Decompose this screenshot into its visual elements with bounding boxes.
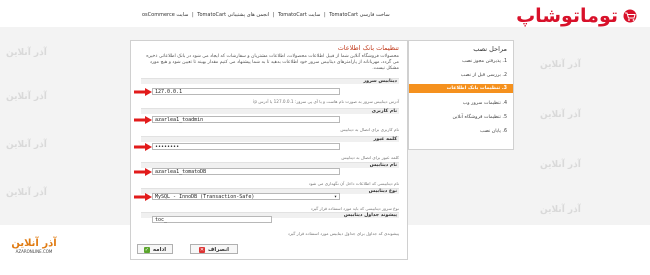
username-input[interactable]: azarlea1_toadmin bbox=[152, 116, 340, 123]
field-hint-dbname: نام دیتابیسی که اطلاعات داخل آن نگهداری … bbox=[308, 181, 399, 186]
field-hint-password: کلمه عبور برای اتصال به دیتابیس bbox=[341, 155, 399, 160]
database-type-select[interactable]: MySQL - InnoDB (Transaction-Safe) ▾ bbox=[152, 193, 340, 200]
watermark-text: آذر آنلاین bbox=[6, 140, 47, 150]
site-logo: توماتوشاپ bbox=[462, 5, 640, 27]
top-link-persian-tomatocart[interactable]: ساخت فارسی TomatoCart bbox=[329, 12, 389, 18]
field-hint-server: آدرس دیتابیس سرور به صورت نام هاست و یا … bbox=[253, 99, 399, 104]
check-icon: ✓ bbox=[143, 246, 150, 253]
sidebar-item-precheck[interactable]: 2. بررسی قبل از نصب bbox=[409, 71, 513, 80]
watermark-text: آذر آنلاین bbox=[6, 48, 47, 58]
close-icon: ✕ bbox=[198, 246, 205, 253]
red-arrow-icon bbox=[134, 143, 152, 151]
field-hint-prefix: پیشوندی که جداول برای جداول دیتابیس مورد… bbox=[287, 231, 399, 236]
watermark-text: آذر آنلاین bbox=[540, 205, 581, 215]
database-type-value: MySQL - InnoDB (Transaction-Safe) bbox=[155, 194, 255, 200]
watermark-text: آذر آنلاین bbox=[6, 188, 47, 198]
cart-icon bbox=[623, 9, 637, 23]
azar-logo-sub: AZARONLINE.COM bbox=[15, 249, 53, 254]
azaronline-logo: آذر آنلاین AZARONLINE.COM bbox=[10, 238, 58, 258]
red-arrow-icon bbox=[134, 88, 152, 96]
red-arrow-icon bbox=[134, 168, 152, 176]
panel-title: تنظیمات بانک اطلاعات bbox=[337, 44, 399, 52]
red-arrow-icon bbox=[134, 116, 152, 124]
sidebar-item-store[interactable]: 5. تنظیمات فروشگاه آنلاین bbox=[409, 113, 513, 122]
top-link-oscommerce[interactable]: سایت osCommerce bbox=[142, 12, 188, 18]
field-label-server: دیتابیس سرور bbox=[141, 78, 399, 84]
cancel-button[interactable]: ✕ انصراف bbox=[190, 244, 238, 254]
logo-text: توماتوشاپ bbox=[516, 5, 618, 27]
watermark-text: آذر آنلاین bbox=[540, 60, 581, 70]
azar-logo-text: آذر آنلاین bbox=[11, 238, 57, 249]
top-links: ساخت فارسی TomatoCart | سایت TomatoCart … bbox=[142, 12, 390, 18]
watermark-text: آذر آنلاین bbox=[540, 160, 581, 170]
watermark-text: آذر آنلاین bbox=[540, 110, 581, 120]
table-prefix-input[interactable]: toc_ bbox=[152, 216, 272, 223]
install-steps-sidebar: مراحل نصب 1. پذیرفتن مجوز نصب 2. بررسی ق… bbox=[408, 40, 514, 150]
field-label-password: کلمه عبور bbox=[141, 136, 399, 142]
chevron-down-icon: ▾ bbox=[333, 194, 337, 200]
continue-button[interactable]: ✓ ادامه bbox=[137, 244, 173, 254]
sidebar-item-database[interactable]: 3. تنظیمات بانک اطلاعات bbox=[409, 84, 513, 93]
database-name-input[interactable]: azarlea1_tomatoDB bbox=[152, 168, 340, 175]
password-input[interactable]: •••••••• bbox=[152, 143, 340, 150]
sidebar-item-license[interactable]: 1. پذیرفتن مجوز نصب bbox=[409, 57, 513, 66]
database-server-input[interactable]: 127.0.0.1 bbox=[152, 88, 340, 95]
top-link-support-forums[interactable]: انجمن های پشتیبانی TomatoCart bbox=[197, 12, 269, 18]
cancel-button-label: انصراف bbox=[207, 247, 230, 253]
sidebar-title: مراحل نصب bbox=[473, 45, 507, 53]
watermark-text: آذر آنلاین bbox=[6, 92, 47, 102]
sidebar-item-finish[interactable]: 6. پایان نصب bbox=[409, 127, 513, 136]
field-hint-username: نام کاربری برای اتصال به دیتابیس bbox=[340, 127, 399, 132]
red-arrow-icon bbox=[134, 193, 152, 201]
field-hint-dbtype: نوع سرور دیتابیسی که باید مورد استفاده ق… bbox=[310, 206, 399, 211]
continue-button-label: ادامه bbox=[152, 247, 167, 253]
panel-description: محصولات فروشگاه آنلاین شما از قبیل اطلاع… bbox=[146, 54, 399, 71]
field-label-username: نام کاربری bbox=[141, 108, 399, 114]
sidebar-item-webserver[interactable]: 4. تنظیمات سرور وب bbox=[409, 99, 513, 108]
top-link-tomatocart[interactable]: سایت TomatoCart bbox=[278, 12, 320, 18]
